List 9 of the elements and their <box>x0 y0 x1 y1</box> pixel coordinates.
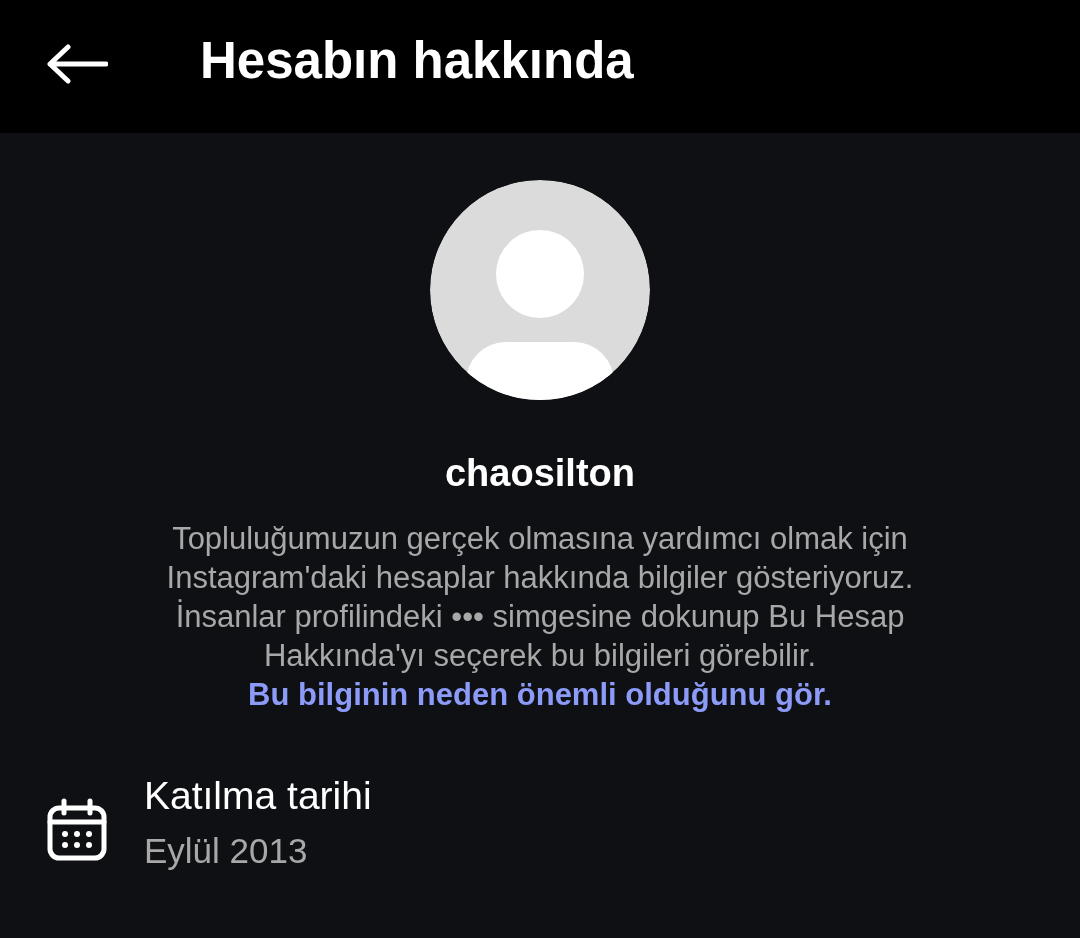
detail-value: Eylül 2013 <box>144 830 309 872</box>
learn-more-link[interactable]: Bu bilginin neden önemli olduğunu gör. <box>248 677 832 712</box>
page-title: Hesabın hakkında <box>200 31 634 90</box>
back-arrow-icon[interactable] <box>46 43 108 84</box>
avatar-icon <box>430 180 650 400</box>
username: chaosilton <box>445 452 635 495</box>
calendar-icon <box>46 798 108 862</box>
description-text: Topluluğumuzun gerçek olmasına yardımcı olmak için Instagram'daki hesaplar hakkında bilgiler gösteriyoruz. İnsanlar profilindeki ••• simgesine dokunup Bu Hesap Hakkında'yı seçerek bu bilgileri görebilir. Bu bilginin neden önemli olduğunu gör. <box>165 520 915 714</box>
detail-label: Katılma tarihi <box>144 773 372 819</box>
